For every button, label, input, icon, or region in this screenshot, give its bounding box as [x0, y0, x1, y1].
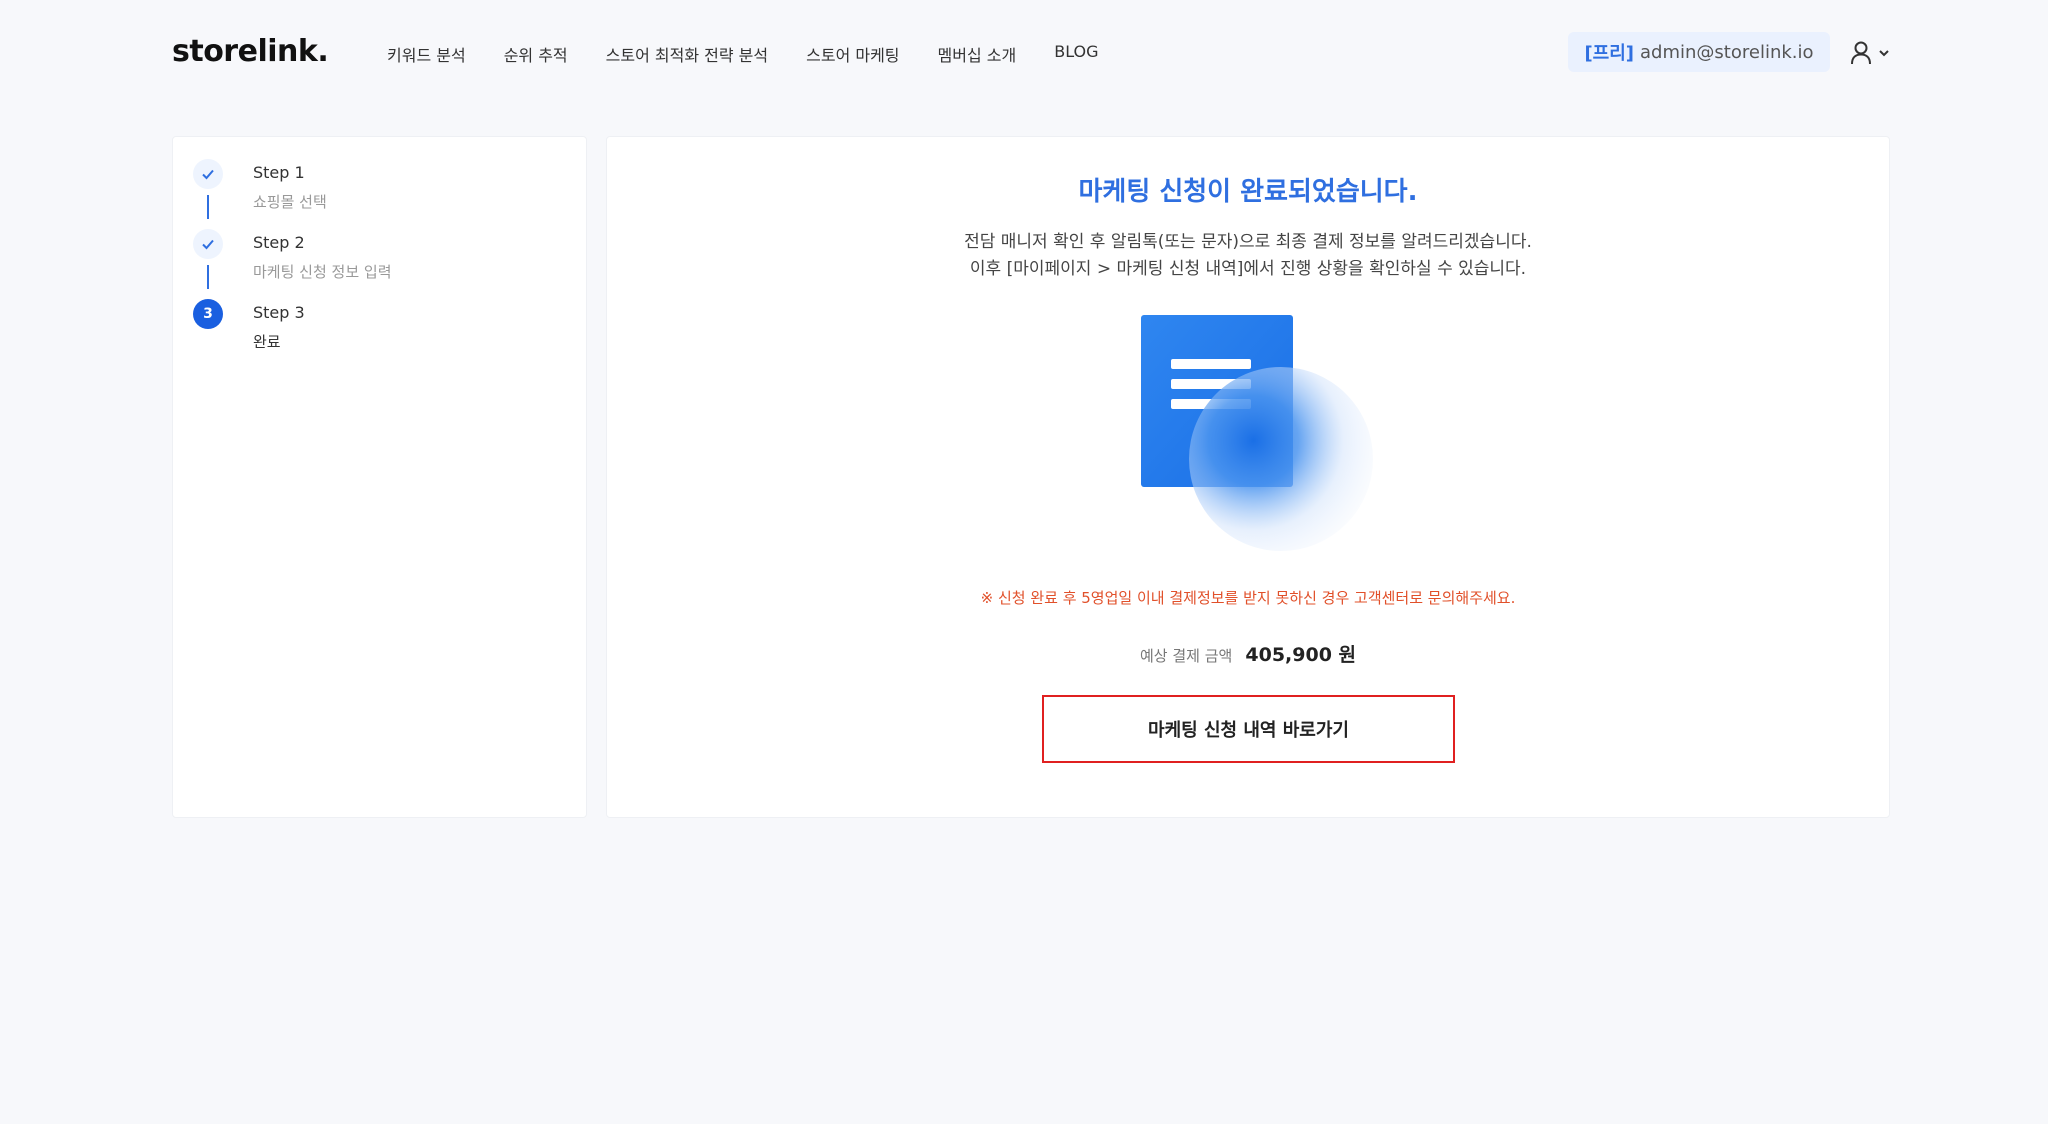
go-to-marketing-history-button[interactable]: 마케팅 신청 내역 바로가기	[1042, 695, 1455, 763]
step-connector-1	[207, 195, 209, 219]
step-2-subtitle: 마케팅 신청 정보 입력	[253, 263, 392, 281]
nav-store-marketing[interactable]: 스토어 마케팅	[806, 42, 899, 66]
step-3-title: Step 3	[253, 303, 305, 322]
nav-blog[interactable]: BLOG	[1054, 42, 1098, 66]
storelink-logo[interactable]: storelink.	[172, 34, 329, 69]
check-icon	[202, 239, 214, 250]
price-label: 예상 결제 금액	[1139, 647, 1233, 665]
price-value: 405,900 원	[1245, 644, 1357, 666]
check-icon	[202, 169, 214, 180]
account-badge[interactable]: [프리] admin@storelink.io	[1568, 32, 1830, 72]
step-2-marker	[193, 229, 223, 259]
step-1-marker	[193, 159, 223, 189]
user-icon	[1851, 41, 1871, 65]
step-1-subtitle: 쇼핑몰 선택	[253, 193, 327, 211]
payment-notice: ※ 신청 완료 후 5영업일 이내 결제정보를 받지 못하신 경우 고객센터로 …	[980, 589, 1516, 607]
account-email: admin@storelink.io	[1640, 41, 1814, 63]
completion-description: 전담 매니저 확인 후 알림톡(또는 문자)으로 최종 결제 정보를 알려드리겠…	[607, 229, 1889, 283]
main-nav: 키워드 분석 순위 추적 스토어 최적화 전략 분석 스토어 마케팅 멤버십 소…	[387, 42, 1137, 66]
nav-membership[interactable]: 멤버십 소개	[938, 42, 1017, 66]
account-tier: [프리]	[1584, 43, 1635, 64]
description-line-2: 이후 [마이페이지 > 마케팅 신청 내역]에서 진행 상황을 확인하실 수 있…	[969, 259, 1527, 279]
completion-panel: 마케팅 신청이 완료되었습니다. 전담 매니저 확인 후 알림톡(또는 문자)으…	[606, 136, 1890, 818]
chevron-down-icon	[1879, 50, 1889, 57]
nav-store-optimization[interactable]: 스토어 최적화 전략 분석	[606, 42, 768, 66]
step-connector-2	[207, 265, 209, 289]
step-3-marker: 3	[193, 299, 223, 329]
step-3-subtitle: 완료	[253, 333, 281, 351]
steps-panel: Step 1 쇼핑몰 선택 Step 2 마케팅 신청 정보 입력 3 Step…	[172, 136, 587, 818]
completion-title: 마케팅 신청이 완료되었습니다.	[1078, 177, 1418, 207]
nav-keyword-analysis[interactable]: 키워드 분석	[387, 42, 466, 66]
estimated-price: 예상 결제 금액 405,900 원	[607, 640, 1889, 667]
step-1-title: Step 1	[253, 163, 305, 182]
nav-rank-tracking[interactable]: 순위 추적	[504, 42, 568, 66]
description-line-1: 전담 매니저 확인 후 알림톡(또는 문자)으로 최종 결제 정보를 알려드리겠…	[964, 232, 1532, 252]
document-icon	[1141, 315, 1373, 551]
user-menu-button[interactable]	[1850, 40, 1894, 66]
step-2-title: Step 2	[253, 233, 305, 252]
top-header: storelink. 키워드 분석 순위 추적 스토어 최적화 전략 분석 스토…	[0, 0, 2048, 108]
